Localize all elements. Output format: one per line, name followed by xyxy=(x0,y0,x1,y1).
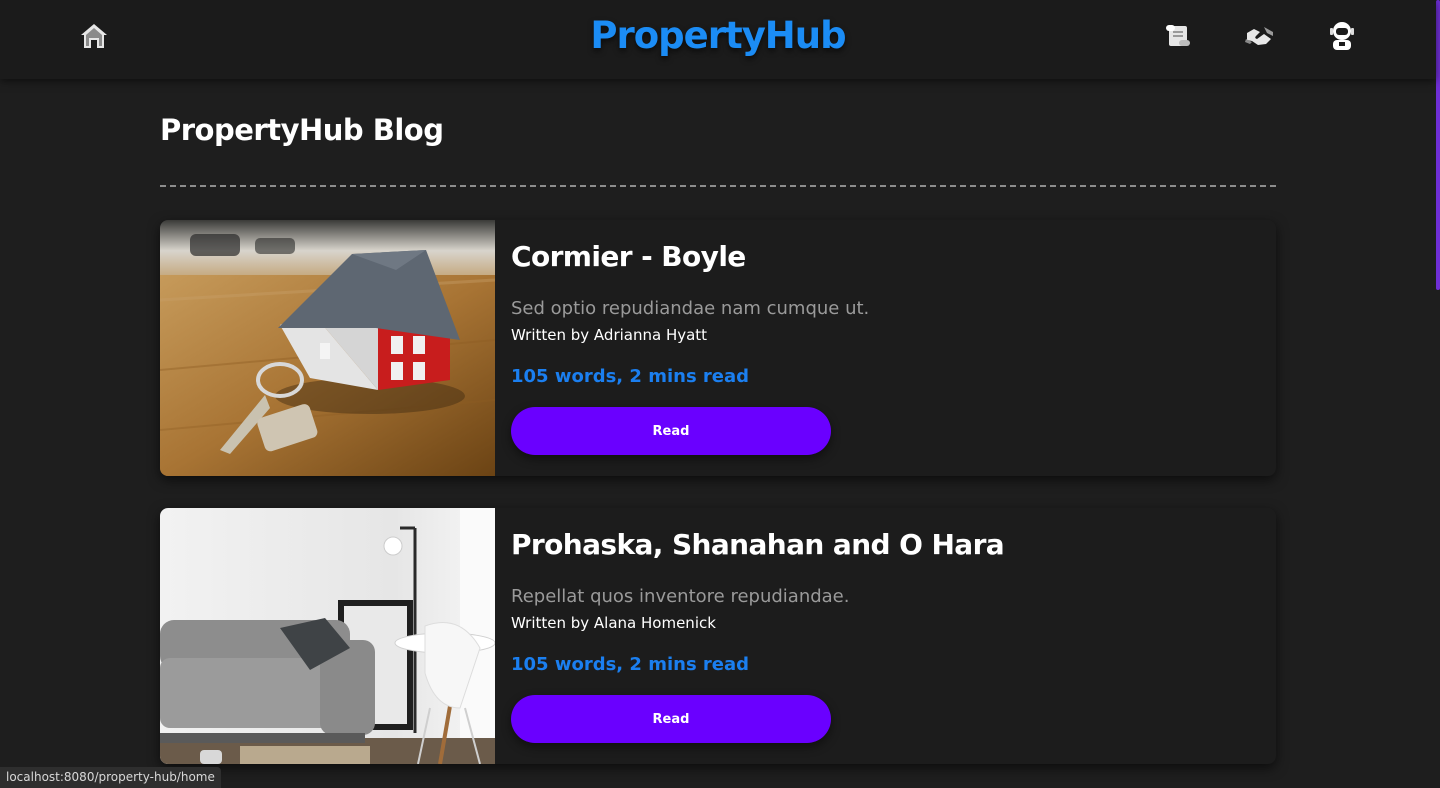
post-title[interactable]: Cormier - Boyle xyxy=(511,240,746,273)
page-title: PropertyHub Blog xyxy=(160,113,444,147)
scrollbar-track[interactable] xyxy=(1436,0,1440,788)
scroll-icon xyxy=(1163,23,1193,53)
handshake-icon xyxy=(1244,23,1276,53)
link-preview-status: localhost:8080/property-hub/home xyxy=(0,767,221,788)
section-divider xyxy=(160,185,1276,187)
top-navbar: PropertyHub xyxy=(0,0,1436,79)
blog-button[interactable] xyxy=(1160,20,1196,56)
post-image-living-room xyxy=(160,508,495,764)
post-description: Repellat quos inventore repudiandae. xyxy=(511,586,850,607)
read-button[interactable]: Read xyxy=(511,407,831,455)
post-author: Written by Adrianna Hyatt xyxy=(511,326,708,344)
post-author: Written by Alana Homenick xyxy=(511,614,716,632)
blog-post-card: Prohaska, Shanahan and O Hara Repellat q… xyxy=(160,508,1276,764)
post-reading-time: 105 words, 2 mins read xyxy=(511,654,750,675)
scrollbar-thumb[interactable] xyxy=(1436,0,1440,290)
deals-button[interactable] xyxy=(1242,20,1278,56)
post-image-house xyxy=(160,220,495,476)
blog-post-card: Cormier - Boyle Sed optio repudiandae na… xyxy=(160,220,1276,476)
post-title[interactable]: Prohaska, Shanahan and O Hara xyxy=(511,528,1005,561)
brand-logo[interactable]: PropertyHub xyxy=(0,14,1436,57)
profile-button[interactable] xyxy=(1324,20,1360,56)
post-reading-time: 105 words, 2 mins read xyxy=(511,366,750,387)
post-description: Sed optio repudiandae nam cumque ut. xyxy=(511,298,870,319)
astronaut-icon xyxy=(1328,21,1356,55)
read-button[interactable]: Read xyxy=(511,695,831,743)
